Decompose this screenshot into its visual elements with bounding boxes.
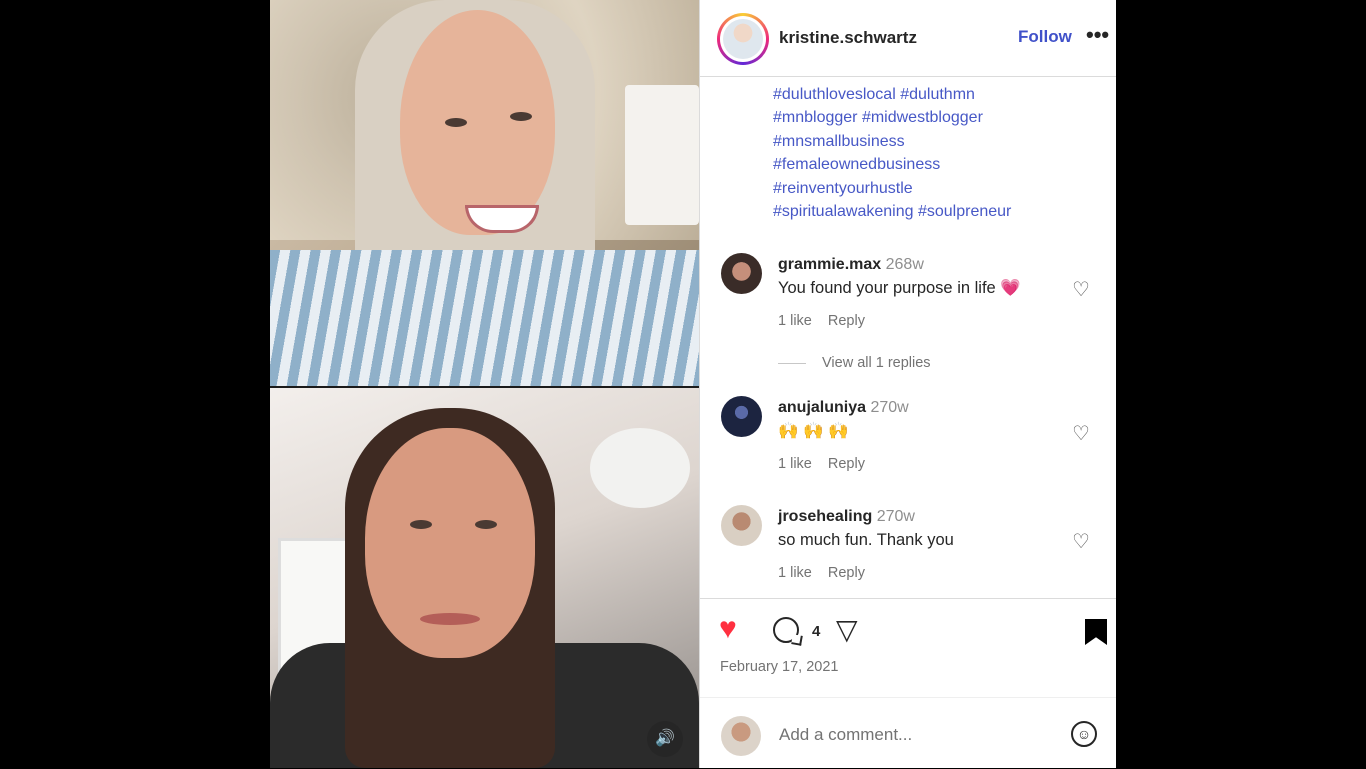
post-date[interactable]: February 17, 2021: [720, 659, 839, 675]
comment-meta: 1 like Reply: [778, 565, 877, 581]
more-options-icon[interactable]: •••: [1086, 22, 1109, 48]
add-comment-bar: Add a comment... ☺: [700, 697, 1116, 769]
current-user-avatar: [721, 716, 761, 756]
eye: [410, 520, 432, 529]
face: [400, 10, 555, 235]
reply-button[interactable]: Reply: [828, 456, 865, 472]
comment-time: 270w: [876, 508, 915, 525]
commenter-avatar[interactable]: [721, 505, 762, 546]
comment-text: 🙌 🙌 🙌: [778, 422, 849, 440]
speaker-icon: 🔊: [655, 730, 675, 747]
post-modal: 🔊 kristine.schwartz Follow ••• #duluthlo…: [270, 0, 1116, 768]
video-tile-bottom: [270, 388, 699, 768]
post-video[interactable]: 🔊: [270, 0, 699, 768]
comment-time: 268w: [885, 256, 924, 273]
comment-meta: 1 like Reply: [778, 456, 877, 472]
reply-button[interactable]: Reply: [828, 565, 865, 581]
sound-toggle-button[interactable]: 🔊: [647, 721, 683, 757]
heart-filled-icon[interactable]: ♥: [719, 614, 737, 644]
follow-button[interactable]: Follow: [1018, 27, 1072, 47]
heart-outline-icon[interactable]: ♡: [1072, 421, 1090, 446]
post-actions: ♥ 4 ▽ February 17, 2021: [700, 598, 1116, 697]
striped-shirt: [270, 250, 699, 386]
bookmark-filled-icon[interactable]: [1085, 619, 1107, 645]
eye: [475, 520, 497, 529]
commenter-name[interactable]: anujaluniya 270w: [778, 399, 909, 417]
hashtag-line[interactable]: #spiritualawakening #soulpreneur: [773, 200, 1093, 223]
reply-button[interactable]: Reply: [828, 313, 865, 329]
post-header: kristine.schwartz Follow •••: [700, 0, 1116, 77]
view-replies-link[interactable]: View all 1 replies: [778, 355, 931, 371]
comment-time: 270w: [870, 399, 909, 416]
like-count[interactable]: 1 like: [778, 456, 812, 472]
lips: [420, 613, 480, 625]
hashtag-line[interactable]: #mnblogger #midwestblogger: [773, 106, 1093, 129]
floor-lamp: [590, 428, 690, 508]
heart-outline-icon[interactable]: ♡: [1072, 529, 1090, 554]
hashtag-line[interactable]: #mnsmallbusiness: [773, 130, 1093, 153]
caption-hashtags: #duluthloveslocal #duluthmn #mnblogger #…: [773, 83, 1093, 223]
eye: [445, 118, 467, 127]
comment-text: so much fun. Thank you: [778, 531, 954, 549]
view-replies-label[interactable]: View all 1 replies: [822, 355, 931, 371]
commenter-avatar[interactable]: [721, 253, 762, 294]
commenter-name[interactable]: grammie.max 268w: [778, 256, 924, 274]
author-username[interactable]: kristine.schwartz: [779, 28, 917, 48]
comment-text: You found your purpose in life 💗: [778, 279, 1021, 297]
comments-panel: kristine.schwartz Follow ••• #duluthlove…: [699, 0, 1116, 768]
heart-outline-icon[interactable]: ♡: [1072, 277, 1090, 302]
commenter-name[interactable]: jrosehealing 270w: [778, 508, 915, 526]
comment-bubble-icon[interactable]: [773, 617, 799, 643]
author-avatar[interactable]: [717, 13, 769, 65]
share-icon[interactable]: ▽: [836, 615, 858, 645]
eye: [510, 112, 532, 121]
lamp: [625, 85, 699, 225]
divider: [778, 362, 806, 364]
commenter-username[interactable]: jrosehealing: [778, 508, 872, 525]
commenter-avatar[interactable]: [721, 396, 762, 437]
hashtag-line[interactable]: #reinventyourhustle: [773, 177, 1093, 200]
like-count[interactable]: 1 like: [778, 313, 812, 329]
commenter-username[interactable]: anujaluniya: [778, 399, 866, 416]
hashtag-line[interactable]: #femaleownedbusiness: [773, 153, 1093, 176]
emoji-icon[interactable]: ☺: [1071, 721, 1097, 747]
commenter-username[interactable]: grammie.max: [778, 256, 881, 273]
comment-count: 4: [812, 623, 821, 640]
comment-input[interactable]: Add a comment...: [779, 725, 912, 745]
hashtag-line[interactable]: #duluthloveslocal #duluthmn: [773, 83, 1093, 106]
like-count[interactable]: 1 like: [778, 565, 812, 581]
comment-meta: 1 like Reply: [778, 313, 877, 329]
video-tile-top: [270, 0, 699, 386]
